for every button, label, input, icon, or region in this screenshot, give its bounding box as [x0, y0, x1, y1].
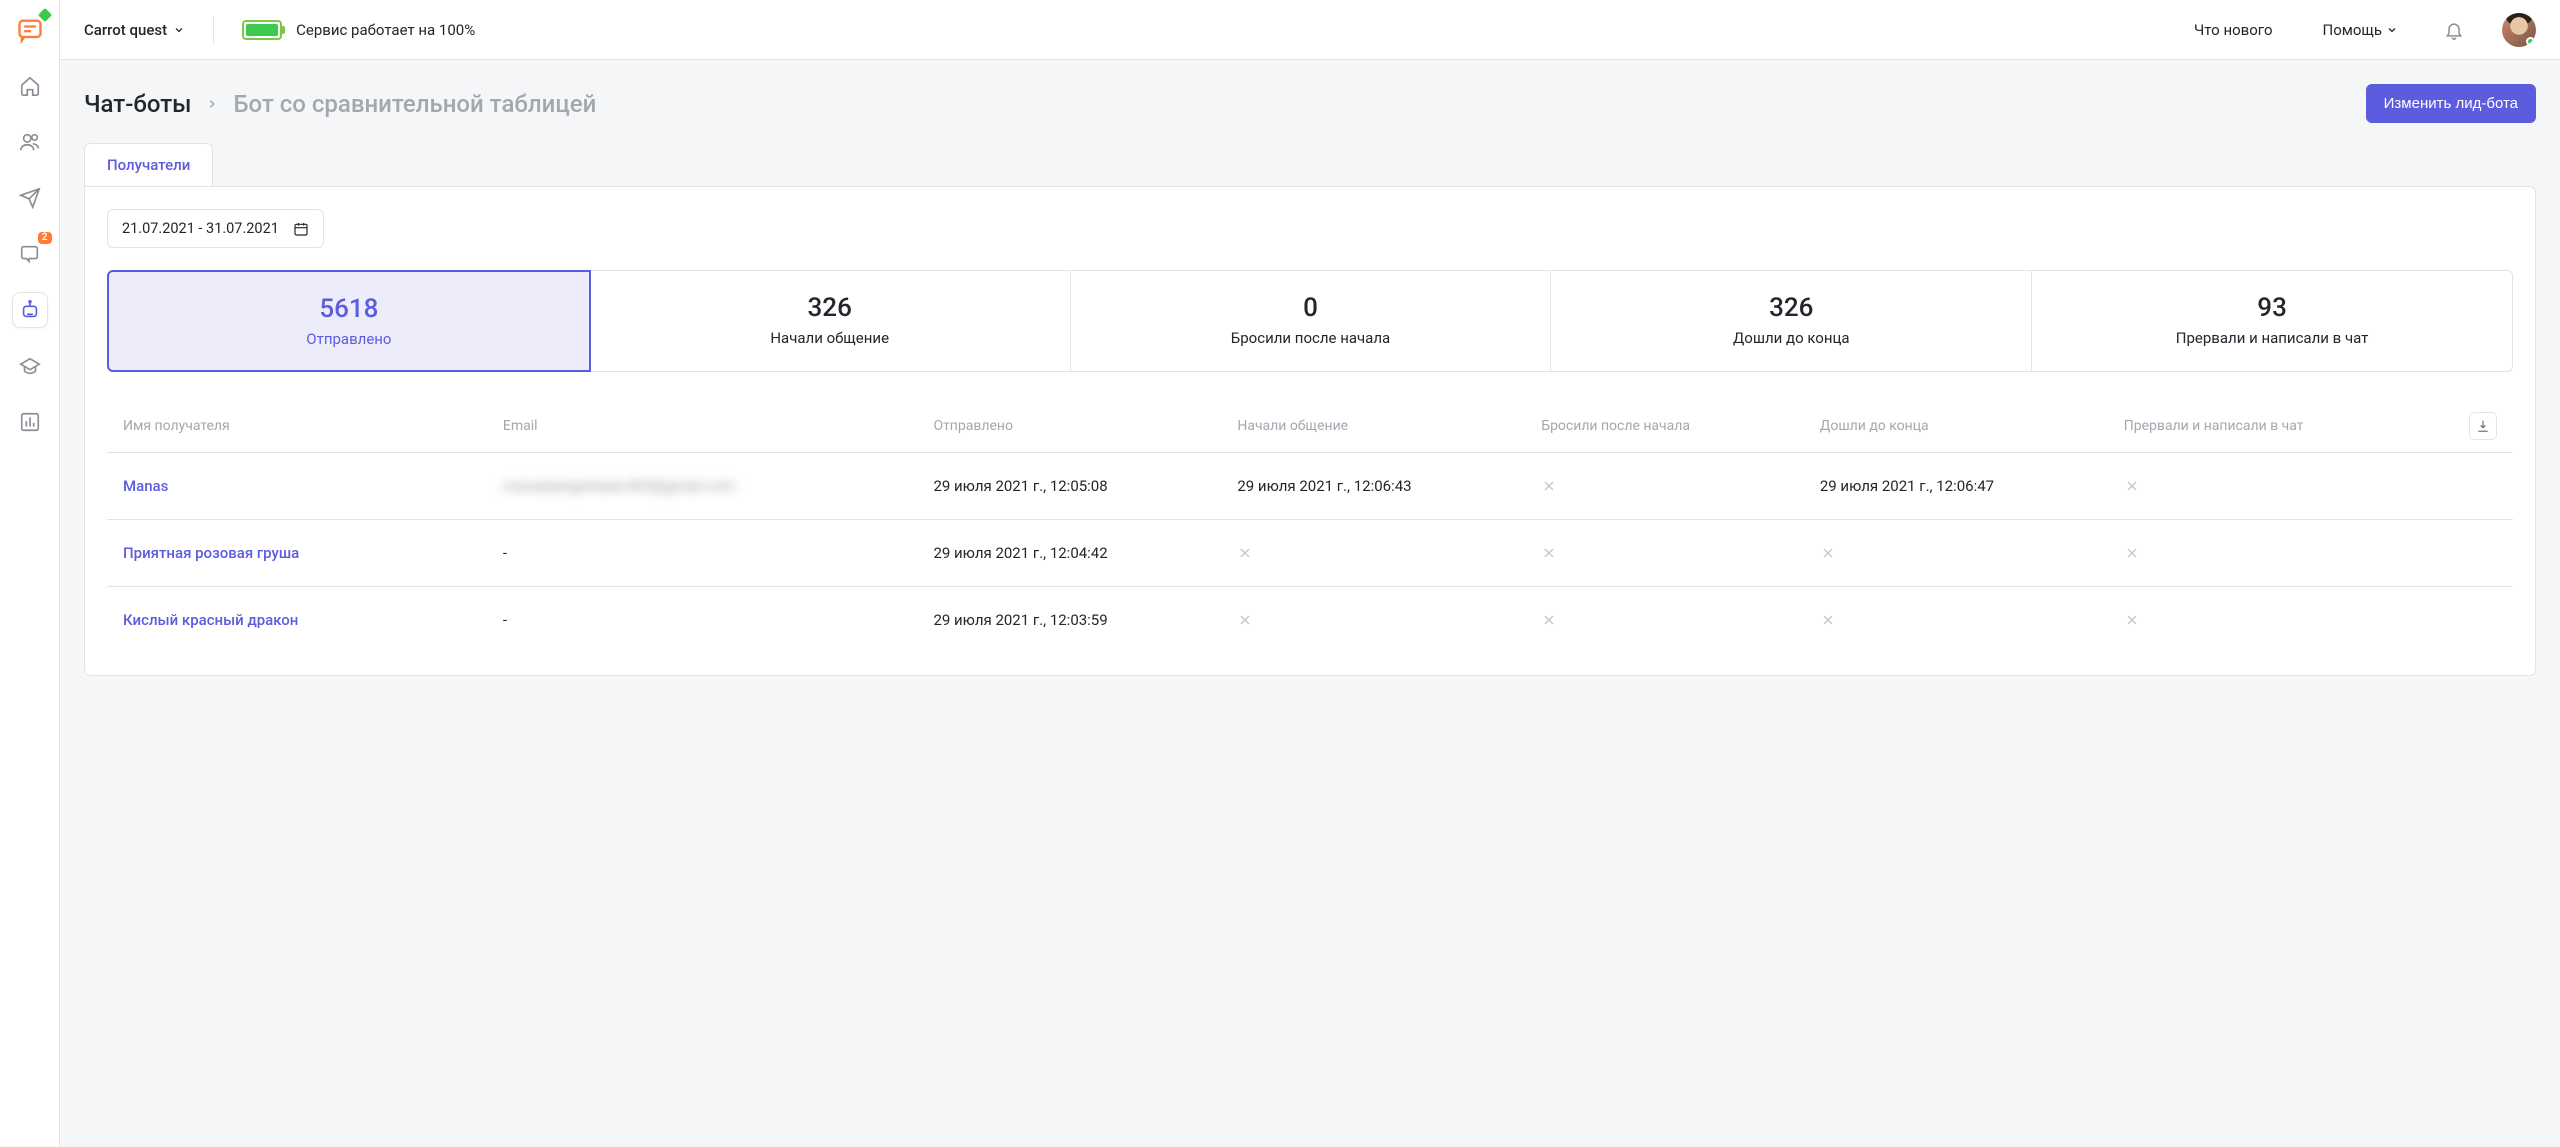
workspace-switcher[interactable]: Carrot quest — [84, 21, 185, 39]
breadcrumb-root[interactable]: Чат-боты — [84, 90, 191, 118]
conversations-badge: 2 — [38, 232, 52, 244]
table-cell — [1525, 587, 1804, 654]
col-name: Имя получателя — [107, 400, 487, 453]
stat-label: Прервали и написали в чат — [2044, 329, 2500, 347]
col-email: Email — [487, 400, 918, 453]
edit-bot-button[interactable]: Изменить лид-бота — [2366, 84, 2536, 123]
help-menu[interactable]: Помощь — [2323, 21, 2399, 39]
x-icon — [2124, 545, 2140, 561]
table-cell: Кислый красный дракон — [107, 587, 487, 654]
battery-icon — [242, 20, 282, 40]
stat-label: Начали общение — [602, 329, 1058, 347]
stat-interrupted[interactable]: 93 Прервали и написали в чат — [2032, 271, 2512, 371]
table-cell — [1221, 587, 1525, 654]
recipient-link[interactable]: Приятная розовая груша — [123, 544, 299, 562]
date-range-picker[interactable]: 21.07.2021 - 31.07.2021 — [107, 209, 324, 248]
stat-value: 93 — [2044, 293, 2500, 323]
table-cell: - — [487, 587, 918, 654]
x-icon — [1820, 612, 1836, 628]
col-abandoned: Бросили после начала — [1525, 400, 1804, 453]
divider — [213, 16, 214, 44]
x-icon — [1237, 612, 1253, 628]
table-cell — [1804, 587, 2108, 654]
chevron-down-icon — [2386, 24, 2398, 36]
col-completed: Дошли до конца — [1804, 400, 2108, 453]
recipient-link[interactable]: Manas — [123, 477, 168, 495]
page-header: Чат-боты Бот со сравнительной таблицей И… — [60, 60, 2560, 123]
table-cell: manasbergenbaev303@gmail.com — [487, 453, 918, 520]
topbar: Carrot quest Сервис работает на 100% Что… — [60, 0, 2560, 60]
x-icon — [2124, 478, 2140, 494]
x-icon — [1237, 545, 1253, 561]
table-cell: - — [487, 520, 918, 587]
stat-value: 326 — [602, 293, 1058, 323]
sidebar-item-knowledge[interactable] — [12, 348, 48, 384]
stat-label: Отправлено — [121, 330, 577, 348]
table-cell: Manas — [107, 453, 487, 520]
table-cell: 29 июля 2021 г., 12:04:42 — [917, 520, 1221, 587]
table-cell: 29 июля 2021 г., 12:06:47 — [1804, 453, 2108, 520]
sidebar-item-reports[interactable] — [12, 404, 48, 440]
table-row: Приятная розовая груша -29 июля 2021 г., … — [107, 520, 2513, 587]
table-row: Кислый красный дракон -29 июля 2021 г., 1… — [107, 587, 2513, 654]
breadcrumb: Чат-боты Бот со сравнительной таблицей — [84, 90, 596, 118]
table-cell — [2108, 520, 2437, 587]
calendar-icon — [293, 221, 309, 237]
service-status-text: Сервис работает на 100% — [296, 21, 475, 39]
table-cell: 29 июля 2021 г., 12:06:43 — [1221, 453, 1525, 520]
sidebar: 2 — [0, 0, 60, 1147]
col-sent: Отправлено — [917, 400, 1221, 453]
stat-value: 5618 — [121, 294, 577, 324]
x-icon — [1541, 478, 1557, 494]
stat-label: Бросили после начала — [1083, 329, 1539, 347]
stat-value: 0 — [1083, 293, 1539, 323]
tabs: Получатели — [60, 123, 2560, 186]
avatar[interactable] — [2502, 13, 2536, 47]
sidebar-item-conversations[interactable]: 2 — [12, 236, 48, 272]
download-button[interactable] — [2469, 412, 2497, 440]
stat-started[interactable]: 326 Начали общение — [590, 271, 1071, 371]
breadcrumb-current: Бот со сравнительной таблицей — [233, 90, 596, 118]
stats-row: 5618 Отправлено 326 Начали общение 0 Бро… — [107, 270, 2513, 372]
stat-abandoned[interactable]: 0 Бросили после начала — [1071, 271, 1552, 371]
x-icon — [2124, 612, 2140, 628]
recipients-table: Имя получателя Email Отправлено Начали о… — [107, 400, 2513, 653]
col-interrupted: Прервали и написали в чат — [2108, 400, 2437, 453]
table-cell — [2108, 453, 2437, 520]
sidebar-item-users[interactable] — [12, 124, 48, 160]
table-cell — [1804, 520, 2108, 587]
table-cell — [2108, 587, 2437, 654]
table-cell — [1525, 520, 1804, 587]
col-started: Начали общение — [1221, 400, 1525, 453]
date-range-value: 21.07.2021 - 31.07.2021 — [122, 220, 279, 237]
sidebar-item-bots[interactable] — [12, 292, 48, 328]
table-cell: 29 июля 2021 г., 12:05:08 — [917, 453, 1221, 520]
email-blurred: manasbergenbaev303@gmail.com — [503, 477, 736, 495]
recipient-link[interactable]: Кислый красный дракон — [123, 611, 298, 629]
service-status: Сервис работает на 100% — [242, 20, 475, 40]
stat-label: Дошли до конца — [1563, 329, 2019, 347]
table-cell: Приятная розовая груша — [107, 520, 487, 587]
notifications-button[interactable] — [2444, 20, 2464, 40]
x-icon — [1541, 545, 1557, 561]
sidebar-item-home[interactable] — [12, 68, 48, 104]
stat-value: 326 — [1563, 293, 2019, 323]
stat-completed[interactable]: 326 Дошли до конца — [1551, 271, 2032, 371]
x-icon — [1541, 612, 1557, 628]
x-icon — [1820, 545, 1836, 561]
table-row: Manas manasbergenbaev303@gmail.com 29 июля… — [107, 453, 2513, 520]
presence-dot — [2526, 37, 2535, 46]
chevron-down-icon — [173, 24, 185, 36]
whats-new-link[interactable]: Что нового — [2194, 21, 2273, 39]
table-cell — [1525, 453, 1804, 520]
table-cell: 29 июля 2021 г., 12:03:59 — [917, 587, 1221, 654]
app-logo[interactable] — [12, 12, 48, 48]
sidebar-item-campaigns[interactable] — [12, 180, 48, 216]
tab-recipients[interactable]: Получатели — [84, 143, 213, 186]
table-cell — [1221, 520, 1525, 587]
workspace-name: Carrot quest — [84, 21, 167, 39]
content-card: 21.07.2021 - 31.07.2021 5618 Отправлено … — [84, 186, 2536, 676]
stat-sent[interactable]: 5618 Отправлено — [107, 270, 591, 372]
chevron-right-icon — [205, 97, 219, 111]
